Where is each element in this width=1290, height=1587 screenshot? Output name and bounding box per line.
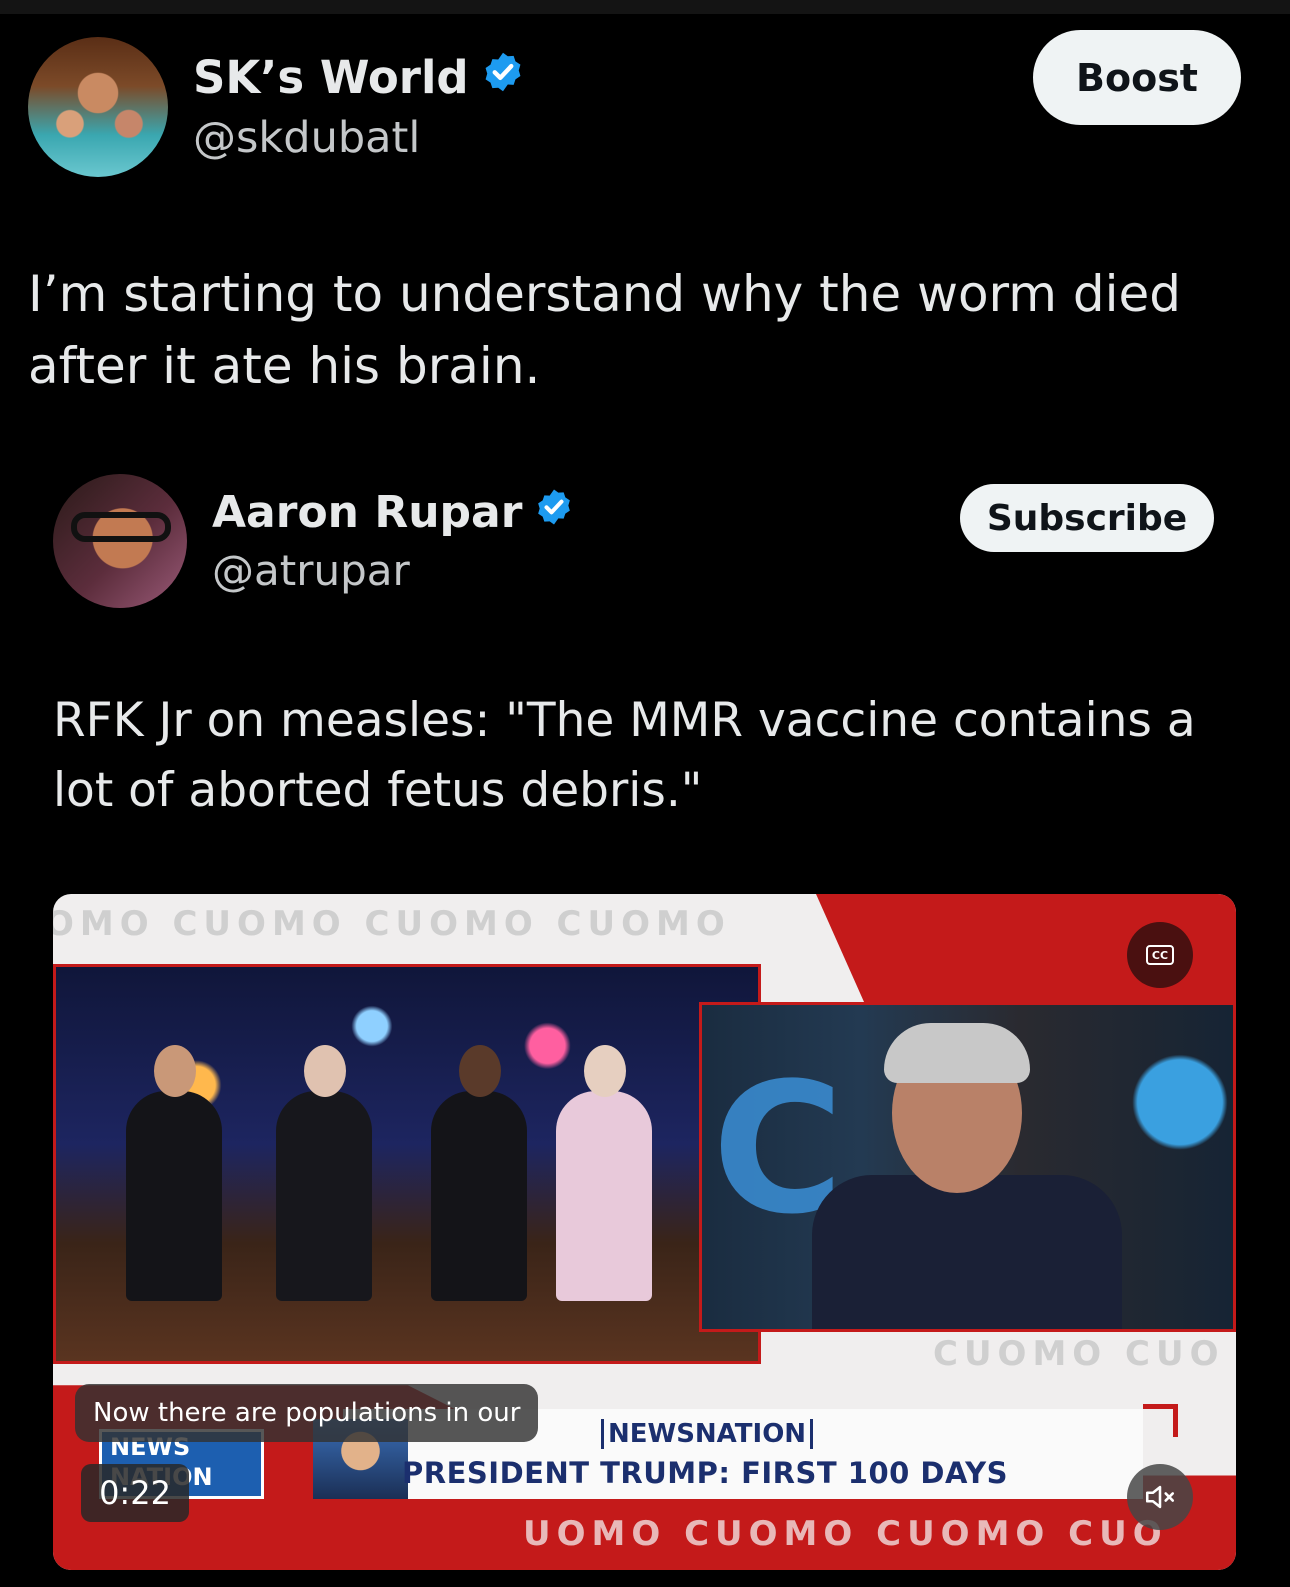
- author-name-label: SK’s World: [193, 51, 469, 104]
- panel-studio-frame: [53, 964, 761, 1364]
- network-tag: NEWSNATION: [601, 1419, 814, 1449]
- mute-button[interactable]: [1127, 1464, 1193, 1530]
- post-text: I’m starting to understand why the worm …: [28, 265, 1181, 395]
- author-name[interactable]: SK’s World: [193, 50, 525, 105]
- video-timestamp: 0:22: [81, 1464, 189, 1522]
- avatar-glasses-detail: [71, 512, 171, 542]
- watermark-top: OMO CUOMO CUOMO CUOMO: [53, 904, 731, 944]
- corner-bracket-graphic: [1143, 1404, 1178, 1437]
- status-strip: [0, 0, 1290, 14]
- video-caption: Now there are populations in our: [75, 1384, 539, 1442]
- quoted-author-handle[interactable]: @atrupar: [212, 546, 410, 595]
- verified-badge-icon: [534, 487, 574, 538]
- closed-captions-button[interactable]: CC: [1127, 922, 1193, 988]
- subscribe-button[interactable]: Subscribe: [960, 484, 1214, 552]
- author-handle[interactable]: @skdubatl: [193, 113, 420, 163]
- avatar[interactable]: [28, 37, 168, 177]
- watermark-mid: CUOMO CUO: [933, 1334, 1225, 1374]
- quoted-author-name[interactable]: Aaron Rupar: [212, 487, 574, 538]
- guest-body: [812, 1175, 1122, 1329]
- watermark-bottom: UOMO CUOMO CUOMO CUO: [523, 1514, 1168, 1554]
- quoted-author-name-label: Aaron Rupar: [212, 487, 523, 538]
- quoted-avatar[interactable]: [53, 474, 187, 608]
- guest-frame: C: [699, 1002, 1236, 1332]
- video-player[interactable]: OMO CUOMO CUOMO CUOMO C CUOMO CUO NEWS N…: [53, 894, 1236, 1570]
- ticker-headline: PRESIDENT TRUMP: FIRST 100 DAYS: [402, 1456, 1009, 1490]
- boost-button[interactable]: Boost: [1033, 30, 1241, 125]
- closed-captions-icon: CC: [1146, 945, 1174, 965]
- volume-muted-icon: [1145, 1485, 1175, 1509]
- verified-badge-icon: [481, 50, 525, 105]
- quoted-post-text: RFK Jr on measles: "The MMR vaccine cont…: [53, 693, 1196, 818]
- guest-hair: [884, 1023, 1030, 1083]
